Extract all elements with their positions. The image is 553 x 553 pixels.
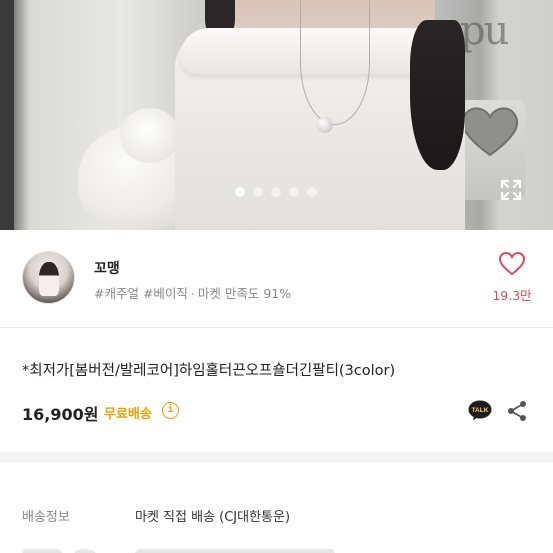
page-dot-5[interactable] [307,187,317,197]
seller-name[interactable]: 꼬맹 [94,258,120,278]
seller-avatar[interactable] [22,251,75,304]
photo-plush-knot [120,108,180,163]
partial-icon [74,549,96,553]
heart-outline-icon[interactable] [498,251,526,277]
page-dot-1[interactable] [235,187,245,197]
photo-pendant [317,117,333,133]
photo-curtain [0,0,14,230]
like-button[interactable]: 19.3만 [490,251,534,304]
product-photo[interactable]: pu [0,0,553,230]
partial-label [22,549,62,553]
photo-pagination[interactable] [235,187,317,197]
page-dot-2[interactable] [253,187,263,197]
free-shipping-badge: 무료배송 [104,407,152,422]
next-info-row-partial [22,545,532,553]
expand-icon[interactable] [499,178,523,202]
talk-label: TALK [472,407,489,414]
meta-separator: · [190,286,195,301]
share-icon[interactable] [506,400,528,422]
seller-section[interactable]: 꼬맹 #캐주얼 #베이직 · 마켓 만족도 91% 19.3만 [0,230,553,328]
delivery-value: 마켓 직접 배송 (CJ대한통운) [135,510,291,525]
seller-tags: #캐주얼 #베이직 [94,286,188,301]
page-dot-4[interactable] [289,187,299,197]
photo-background-print: pu [460,8,509,54]
seller-satisfaction: 마켓 만족도 91% [197,286,292,301]
product-price: 16,900원 [22,405,99,424]
photo-necklace [300,0,370,125]
info-icon[interactable]: i [162,402,179,419]
partial-value [135,549,335,553]
product-title: *최저가[봄버전/발레코어]하임홀터끈오프숄더긴팔티(3color) [22,363,396,379]
like-count: 19.3만 [492,288,532,303]
kakao-talk-icon[interactable]: TALK [468,400,492,421]
section-divider [0,452,553,462]
photo-heart-bag [461,107,519,157]
delivery-label: 배송정보 [22,510,70,525]
avatar-figure [39,262,59,296]
page-dot-3[interactable] [271,187,281,197]
seller-meta: #캐주얼 #베이직 · 마켓 만족도 91% [94,283,291,302]
photo-hair-right [410,20,465,170]
